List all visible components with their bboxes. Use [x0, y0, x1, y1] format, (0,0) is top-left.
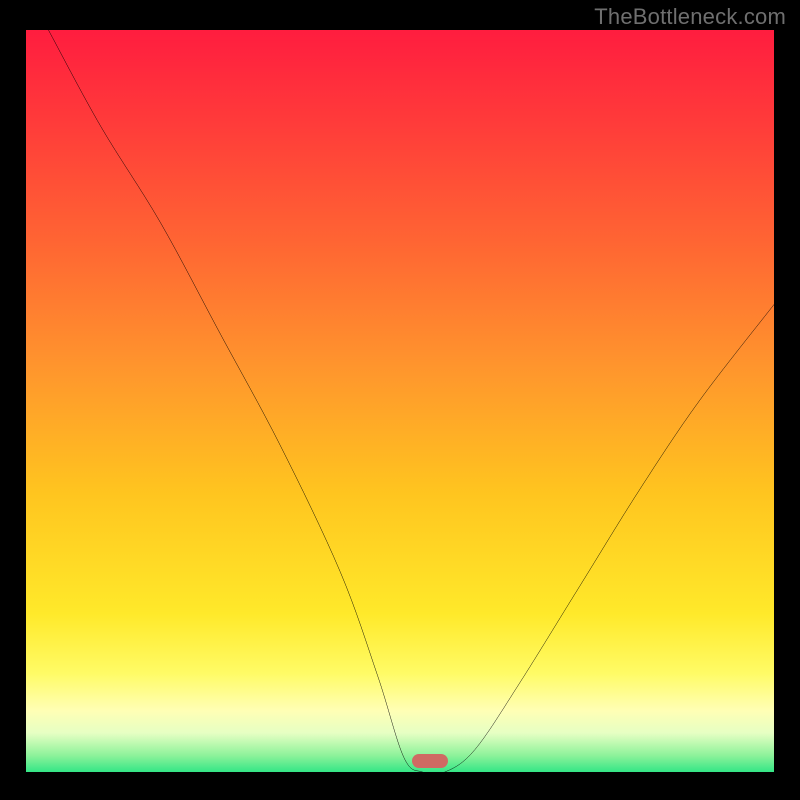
chart-frame: TheBottleneck.com [0, 0, 800, 800]
minimum-marker [412, 754, 448, 768]
watermark-text: TheBottleneck.com [594, 4, 786, 30]
plot-area [26, 30, 774, 772]
bottleneck-curve [26, 30, 774, 772]
